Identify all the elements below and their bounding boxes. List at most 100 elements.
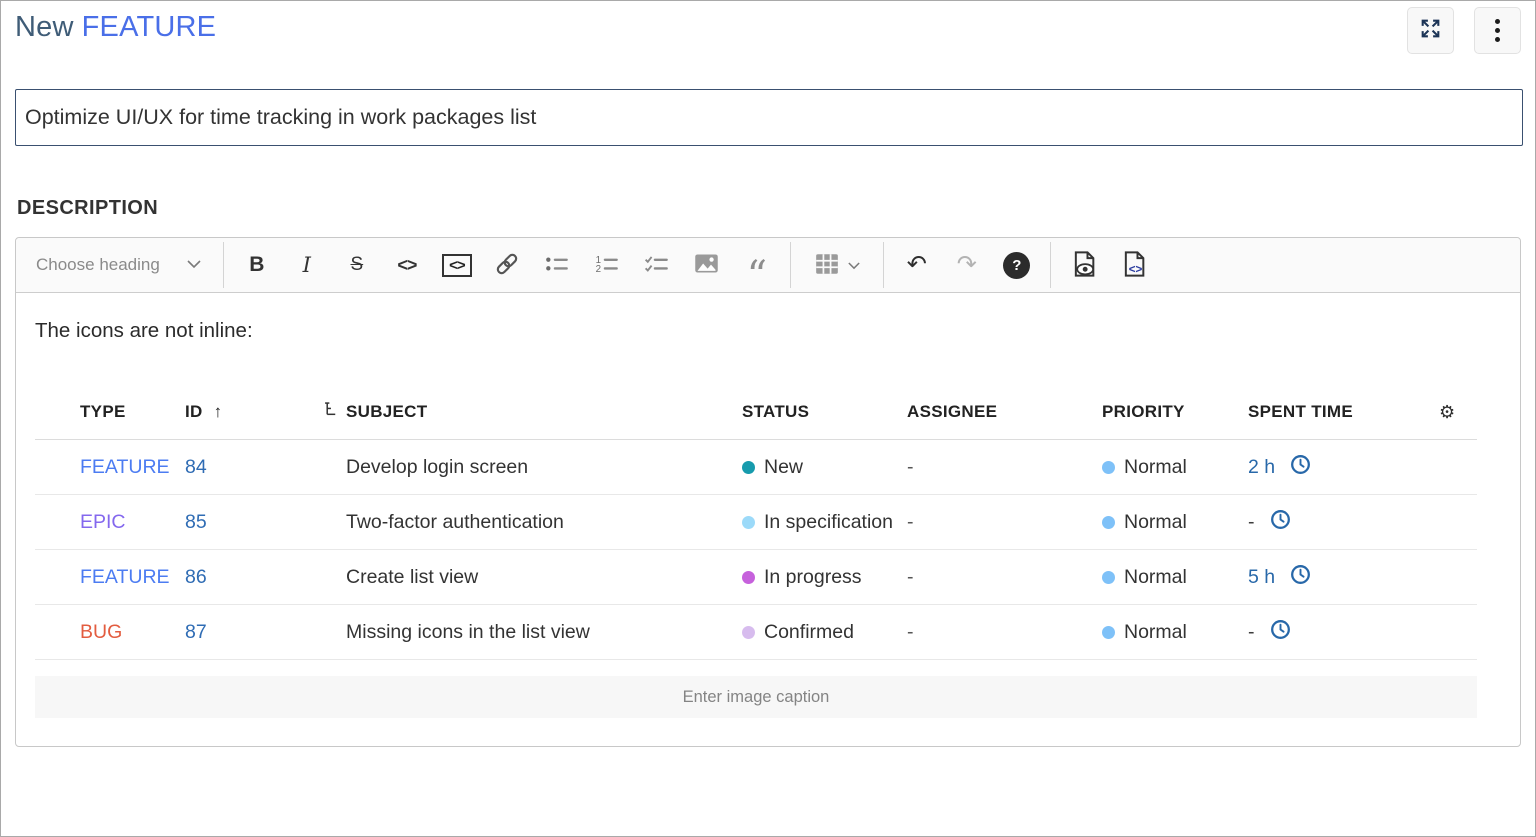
- priority-label: Normal: [1124, 456, 1187, 479]
- table-settings-gear-icon: ⚙: [1439, 402, 1477, 423]
- id-link: 87: [185, 621, 324, 644]
- assignee-cell: -: [907, 566, 1102, 589]
- heading-dropdown-label: Choose heading: [36, 255, 160, 275]
- italic-icon: I: [303, 253, 311, 277]
- code-block-button[interactable]: <>: [439, 247, 475, 283]
- source-code-button[interactable]: <>: [1116, 247, 1152, 283]
- redo-button[interactable]: ↷: [949, 247, 985, 283]
- inline-code-button[interactable]: <>: [389, 247, 425, 283]
- toolbar-separator: [223, 242, 224, 288]
- spent-time-value: -: [1248, 511, 1255, 534]
- priority-cell: Normal: [1102, 566, 1248, 589]
- priority-cell: Normal: [1102, 511, 1248, 534]
- status-label: Confirmed: [764, 621, 854, 644]
- bulleted-list-button[interactable]: [539, 247, 575, 283]
- id-link: 84: [185, 456, 324, 479]
- table-header-row: TYPE ID ↑ SUBJECT: [35, 385, 1477, 440]
- heading-dropdown[interactable]: Choose heading: [26, 245, 215, 285]
- strikethrough-button[interactable]: S: [339, 247, 375, 283]
- status-dot: [742, 461, 755, 474]
- numbered-list-button[interactable]: 1 2: [589, 247, 625, 283]
- undo-button[interactable]: ↶: [899, 247, 935, 283]
- clock-icon: [1270, 509, 1291, 536]
- toolbar-separator: [1050, 242, 1051, 288]
- inline-code-icon: <>: [397, 255, 416, 276]
- rich-text-editor: Choose heading B I S <> <>: [15, 237, 1521, 747]
- topbar-actions: [1407, 7, 1521, 54]
- spent-time-value: 2 h: [1248, 456, 1275, 479]
- description-label: DESCRIPTION: [17, 197, 1535, 220]
- work-package-table-image: TYPE ID ↑ SUBJECT: [35, 385, 1477, 660]
- priority-label: Normal: [1124, 511, 1187, 534]
- priority-cell: Normal: [1102, 621, 1248, 644]
- todo-list-button[interactable]: [639, 247, 675, 283]
- status-label: In progress: [764, 566, 862, 589]
- hierarchy-icon: [324, 402, 339, 422]
- work-package-row: FEATURE 84 Develop login screen New - No…: [35, 440, 1477, 495]
- priority-dot: [1102, 571, 1115, 584]
- spent-time-cell: 5 h: [1248, 564, 1439, 591]
- italic-button[interactable]: I: [289, 247, 325, 283]
- work-package-row: BUG 87 Missing icons in the list view Co…: [35, 605, 1477, 660]
- editor-paragraph: The icons are not inline:: [35, 319, 1501, 343]
- assignee-cell: -: [907, 511, 1102, 534]
- preview-icon: [1070, 250, 1098, 281]
- code-block-icon: <>: [442, 254, 472, 277]
- type-link: FEATURE: [80, 566, 185, 589]
- sort-ascending-icon: ↑: [214, 402, 223, 422]
- work-package-new-page: NewFEATURE DESCRIPTION: [0, 0, 1536, 837]
- block-quote-button[interactable]: “: [739, 247, 775, 283]
- status-label: New: [764, 456, 803, 479]
- chevron-down-icon: [187, 256, 201, 274]
- column-header-id-label: ID: [185, 402, 203, 422]
- bold-button[interactable]: B: [239, 247, 275, 283]
- status-cell: Confirmed: [742, 621, 907, 644]
- assignee-cell: -: [907, 456, 1102, 479]
- undo-icon: ↶: [907, 253, 927, 277]
- clock-icon: [1290, 564, 1311, 591]
- preview-button[interactable]: [1066, 247, 1102, 283]
- expand-arrows-icon: [1418, 16, 1443, 46]
- priority-dot: [1102, 461, 1115, 474]
- spent-time-cell: -: [1248, 509, 1439, 536]
- link-button[interactable]: [489, 247, 525, 283]
- page-title: NewFEATURE: [15, 7, 216, 44]
- priority-label: Normal: [1124, 621, 1187, 644]
- help-button[interactable]: ?: [999, 247, 1035, 283]
- insert-table-button[interactable]: [806, 247, 868, 283]
- status-dot: [742, 626, 755, 639]
- insert-image-button[interactable]: [689, 247, 725, 283]
- priority-label: Normal: [1124, 566, 1187, 589]
- subject-input[interactable]: [15, 89, 1523, 146]
- image-caption-placeholder: Enter image caption: [683, 688, 830, 707]
- status-label: In specification: [764, 511, 893, 534]
- column-header-subject: SUBJECT: [324, 402, 742, 422]
- assignee-cell: -: [907, 621, 1102, 644]
- status-dot: [742, 516, 755, 529]
- help-icon: ?: [1003, 252, 1030, 279]
- id-link: 86: [185, 566, 324, 589]
- chevron-down-icon: [848, 258, 860, 273]
- embedded-image-widget[interactable]: TYPE ID ↑ SUBJECT: [35, 385, 1501, 718]
- numbered-list-icon: 1 2: [594, 251, 620, 280]
- subject-cell: Two-factor authentication: [324, 511, 742, 534]
- redo-icon: ↷: [957, 253, 977, 277]
- toolbar-separator: [790, 242, 791, 288]
- status-dot: [742, 571, 755, 584]
- bold-icon: B: [249, 253, 264, 277]
- more-menu-button[interactable]: [1474, 7, 1521, 54]
- fullscreen-button[interactable]: [1407, 7, 1454, 54]
- table-icon: [814, 251, 840, 280]
- priority-dot: [1102, 626, 1115, 639]
- spent-time-value: 5 h: [1248, 566, 1275, 589]
- column-header-assignee: ASSIGNEE: [907, 402, 1102, 422]
- spent-time-value: -: [1248, 621, 1255, 644]
- rich-text-area[interactable]: The icons are not inline: TYPE ID ↑: [16, 293, 1520, 746]
- spent-time-cell: 2 h: [1248, 454, 1439, 481]
- bulleted-list-icon: [544, 251, 570, 280]
- priority-dot: [1102, 516, 1115, 529]
- type-link: EPIC: [80, 511, 185, 534]
- column-header-type: TYPE: [80, 402, 185, 422]
- image-caption-field[interactable]: Enter image caption: [35, 676, 1477, 718]
- vertical-ellipsis-icon: [1495, 19, 1500, 42]
